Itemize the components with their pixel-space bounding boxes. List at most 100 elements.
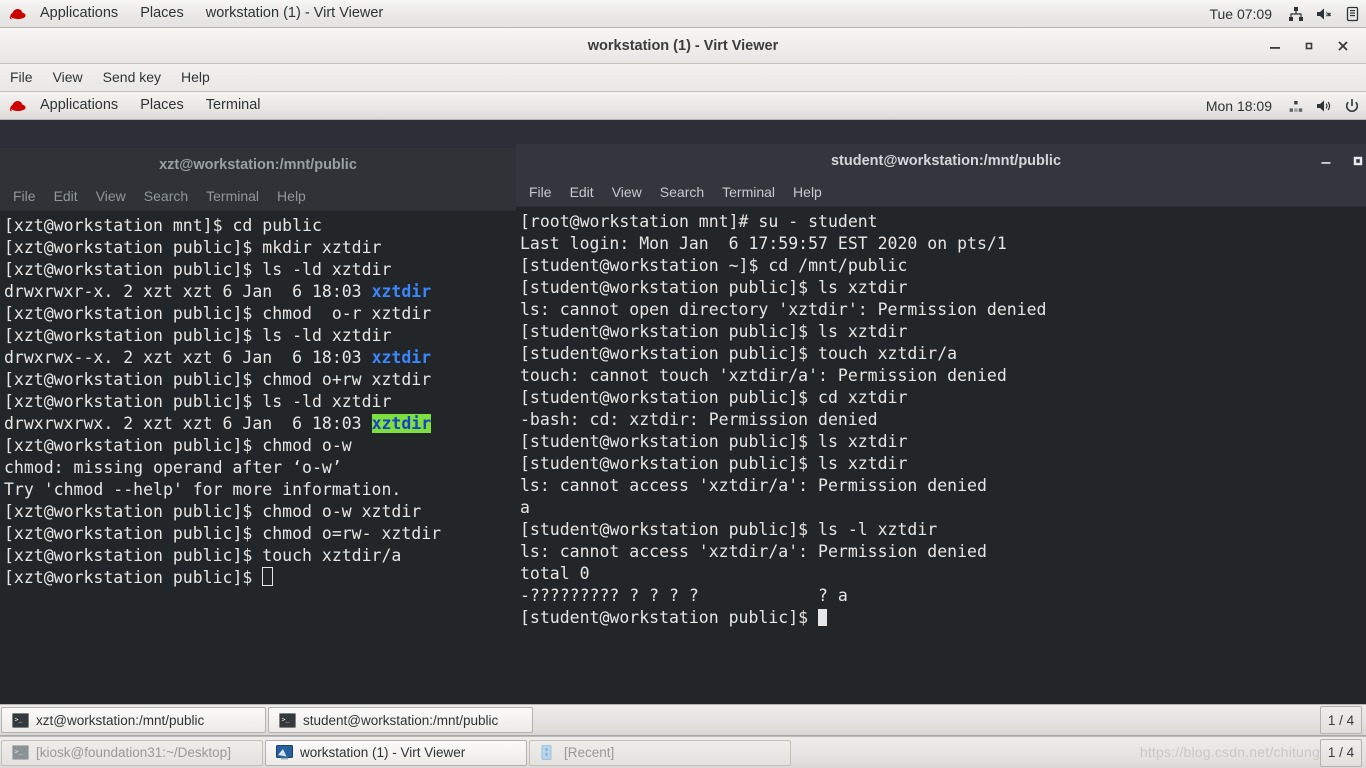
terminal-text: drwxrwxrwx. 2 xzt xzt 6 Jan 6 18:03	[4, 414, 372, 433]
taskbar-item-label: [kiosk@foundation31:~/Desktop]	[36, 745, 231, 760]
vv-menu-file[interactable]: File	[0, 64, 43, 91]
host-menu-places[interactable]: Places	[129, 0, 195, 27]
taskbar-item-xzt-terminal[interactable]: >_ xzt@workstation:/mnt/public	[1, 707, 266, 733]
terminal-line: [xzt@workstation public]$ ls -ld xztdir	[4, 325, 512, 347]
terminal-right-menu-search[interactable]: Search	[651, 179, 713, 206]
terminal-right-menu-view[interactable]: View	[603, 179, 651, 206]
close-icon[interactable]	[1326, 29, 1360, 63]
terminal-text: [student@workstation public]$ ls xztdir	[520, 322, 908, 341]
guest-menu-places[interactable]: Places	[129, 92, 195, 119]
terminal-text: [xzt@workstation public]$ chmod o-r xztd…	[4, 304, 432, 323]
minimize-icon[interactable]	[1310, 145, 1342, 177]
terminal-line: [student@workstation public]$ cd xztdir	[520, 387, 1366, 409]
terminal-left-menu-terminal[interactable]: Terminal	[197, 183, 268, 210]
taskbar-item-label: [Recent]	[564, 745, 615, 760]
terminal-left-menu-search[interactable]: Search	[135, 183, 197, 210]
maximize-icon[interactable]	[1292, 29, 1326, 63]
terminal-left-title: xzt@workstation:/mnt/public	[159, 157, 357, 173]
terminal-line: -????????? ? ? ? ? ? a	[520, 585, 1366, 607]
terminal-text: [xzt@workstation public]$ ls -ld xztdir	[4, 326, 392, 345]
guest-menu-applications[interactable]: Applications	[29, 92, 129, 119]
virt-viewer-titlebar[interactable]: workstation (1) - Virt Viewer	[0, 28, 1366, 64]
terminal-line: [student@workstation public]$	[520, 607, 1366, 629]
vv-menu-send-key[interactable]: Send key	[93, 64, 171, 91]
taskbar-item-student-terminal[interactable]: >_ student@workstation:/mnt/public	[268, 707, 533, 733]
network-icon[interactable]	[1285, 92, 1307, 119]
selected-text: xztdir	[371, 414, 432, 433]
terminal-line: ls: cannot access 'xztdir/a': Permission…	[520, 475, 1366, 497]
taskbar-item-virt-viewer[interactable]: workstation (1) - Virt Viewer	[265, 739, 527, 766]
power-icon[interactable]	[1341, 92, 1363, 119]
terminal-right-menu-edit[interactable]: Edit	[561, 179, 603, 206]
guest-taskbar: >_ xzt@workstation:/mnt/public >_ studen…	[0, 704, 1366, 736]
terminal-text: [student@workstation public]$ ls xztdir	[520, 454, 908, 473]
terminal-window-right[interactable]: student@workstation:/mnt/public File Edi…	[516, 144, 1366, 704]
terminal-right-menu-help[interactable]: Help	[784, 179, 831, 206]
terminal-left-menu-view[interactable]: View	[87, 183, 135, 210]
maximize-icon[interactable]	[1342, 145, 1366, 177]
terminal-text: [xzt@workstation mnt]$ cd public	[4, 216, 322, 235]
host-menu-applications[interactable]: Applications	[29, 0, 129, 27]
terminal-left-output[interactable]: [xzt@workstation mnt]$ cd public [xzt@wor…	[0, 211, 516, 704]
host-top-bar: Applications Places workstation (1) - Vi…	[0, 0, 1366, 28]
terminal-text: [student@workstation public]$ ls -l xztd…	[520, 520, 938, 539]
terminal-line: [xzt@workstation public]$ chmod o-w xztd…	[4, 501, 512, 523]
terminal-left-titlebar[interactable]: xzt@workstation:/mnt/public	[0, 148, 516, 182]
terminal-icon: >_	[12, 745, 29, 760]
terminal-left-menu-edit[interactable]: Edit	[45, 183, 87, 210]
taskbar-item-label: student@workstation:/mnt/public	[303, 712, 499, 728]
guest-desktop: Applications Places Terminal Mon 18:09 x…	[0, 92, 1366, 704]
directory-name: xztdir	[371, 282, 432, 301]
vv-menu-help[interactable]: Help	[171, 64, 220, 91]
taskbar-item-recent[interactable]: [Recent]	[529, 739, 791, 766]
terminal-right-menu-terminal[interactable]: Terminal	[713, 179, 784, 206]
terminal-right-output[interactable]: [root@workstation mnt]# su - student Last…	[516, 207, 1366, 704]
terminal-text: [xzt@workstation public]$ chmod o+rw xzt…	[4, 370, 432, 389]
host-clock[interactable]: Tue 07:09	[1199, 6, 1282, 22]
host-workspace-indicator[interactable]: 1 / 4	[1320, 738, 1362, 767]
terminal-right-title: student@workstation:/mnt/public	[830, 153, 1062, 169]
svg-text:>_: >_	[15, 715, 23, 723]
terminal-text: [student@workstation public]$ ls xztdir	[520, 278, 908, 297]
volume-icon[interactable]	[1313, 92, 1335, 119]
terminal-text: [xzt@workstation public]$	[4, 568, 263, 587]
terminal-line: [student@workstation public]$ ls xztdir	[520, 453, 1366, 475]
vv-menu-view[interactable]: View	[43, 64, 93, 91]
terminal-left-menu-file[interactable]: File	[4, 183, 45, 210]
terminal-right-menu-file[interactable]: File	[520, 179, 561, 206]
terminal-text: [xzt@workstation public]$ mkdir xztdir	[4, 238, 382, 257]
guest-clock[interactable]: Mon 18:09	[1196, 98, 1282, 114]
volume-muted-icon[interactable]	[1313, 0, 1335, 27]
terminal-line: [xzt@workstation public]$ chmod o-r xztd…	[4, 303, 512, 325]
host-window-title-item[interactable]: workstation (1) - Virt Viewer	[195, 0, 395, 27]
terminal-text: drwxrwx--x. 2 xzt xzt 6 Jan 6 18:03	[4, 348, 372, 367]
terminal-text: chmod: missing operand after ‘o-w’	[4, 458, 342, 477]
guest-workspace-indicator[interactable]: 1 / 4	[1320, 706, 1362, 734]
terminal-text: [xzt@workstation public]$ chmod o-w	[4, 436, 352, 455]
files-icon	[540, 745, 557, 760]
terminal-cursor	[818, 609, 828, 626]
battery-icon[interactable]	[1341, 0, 1363, 27]
terminal-line: drwxrwxr-x. 2 xzt xzt 6 Jan 6 18:03 xztd…	[4, 281, 512, 303]
terminal-right-window-buttons	[1310, 144, 1366, 178]
terminal-text: [xzt@workstation public]$ ls -ld xztdir	[4, 392, 392, 411]
network-icon[interactable]	[1285, 0, 1307, 27]
terminal-text: drwxrwxr-x. 2 xzt xzt 6 Jan 6 18:03	[4, 282, 372, 301]
terminal-text: [xzt@workstation public]$ touch xztdir/a	[4, 546, 402, 565]
terminal-line: [student@workstation public]$ ls xztdir	[520, 321, 1366, 343]
terminal-window-left[interactable]: xzt@workstation:/mnt/public File Edit Vi…	[0, 148, 516, 704]
guest-menu-terminal[interactable]: Terminal	[195, 92, 272, 119]
taskbar-item-kiosk-terminal[interactable]: >_ [kiosk@foundation31:~/Desktop]	[1, 739, 263, 766]
terminal-left-menu-help[interactable]: Help	[268, 183, 315, 210]
terminal-right-titlebar[interactable]: student@workstation:/mnt/public	[516, 144, 1366, 178]
minimize-icon[interactable]	[1258, 29, 1292, 63]
svg-text:>_: >_	[282, 715, 290, 723]
virt-viewer-window-buttons	[1258, 28, 1360, 64]
terminal-line: [student@workstation public]$ ls xztdir	[520, 431, 1366, 453]
terminal-line: [xzt@workstation mnt]$ cd public	[4, 215, 512, 237]
terminal-line: [root@workstation mnt]# su - student	[520, 211, 1366, 233]
terminal-left-menubar: File Edit View Search Terminal Help	[0, 182, 516, 211]
terminal-text: ls: cannot access 'xztdir/a': Permission…	[520, 542, 987, 561]
terminal-line: Last login: Mon Jan 6 17:59:57 EST 2020 …	[520, 233, 1366, 255]
terminal-text: [student@workstation ~]$ cd /mnt/public	[520, 256, 908, 275]
